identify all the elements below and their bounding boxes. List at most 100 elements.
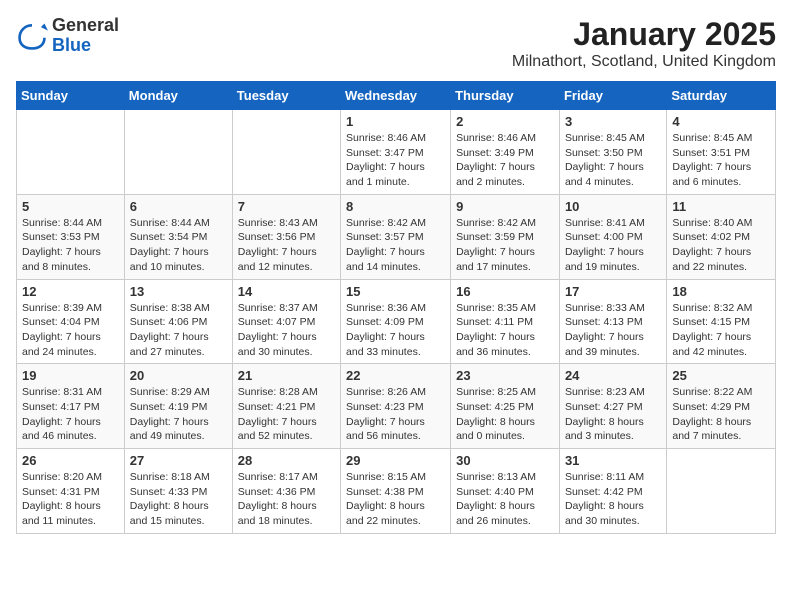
day-info: Sunrise: 8:33 AMSunset: 4:13 PMDaylight:…: [565, 301, 661, 360]
calendar-cell: 2 Sunrise: 8:46 AMSunset: 3:49 PMDaylight…: [451, 110, 560, 195]
day-info: Sunrise: 8:43 AMSunset: 3:56 PMDaylight:…: [238, 216, 335, 275]
calendar-cell: 23Sunrise: 8:25 AMSunset: 4:25 PMDayligh…: [451, 364, 560, 449]
location: Milnathort, Scotland, United Kingdom: [512, 53, 776, 71]
day-number: 5: [22, 199, 119, 214]
calendar-cell: 18 Sunrise: 8:32 AMSunset: 4:15 PMDayligh…: [667, 279, 776, 364]
calendar-cell: 13Sunrise: 8:38 AMSunset: 4:06 PMDayligh…: [124, 279, 232, 364]
calendar-cell: [667, 449, 776, 534]
day-info: Sunrise: 8:32 AMSunset: 4:15 PMDaylight:…: [672, 301, 770, 360]
calendar-cell: 17 Sunrise: 8:33 AMSunset: 4:13 PMDayligh…: [559, 279, 666, 364]
calendar-cell: 7 Sunrise: 8:43 AMSunset: 3:56 PMDaylight…: [232, 194, 340, 279]
day-number: 21: [238, 368, 335, 383]
calendar-cell: 21 Sunrise: 8:28 AMSunset: 4:21 PMDayligh…: [232, 364, 340, 449]
calendar-header-sunday: Sunday: [17, 82, 125, 110]
calendar-cell: 15 Sunrise: 8:36 AMSunset: 4:09 PMDayligh…: [341, 279, 451, 364]
day-info: Sunrise: 8:31 AMSunset: 4:17 PMDaylight:…: [22, 385, 119, 444]
calendar-cell: 9Sunrise: 8:42 AMSunset: 3:59 PMDaylight…: [451, 194, 560, 279]
day-info: Sunrise: 8:28 AMSunset: 4:21 PMDaylight:…: [238, 385, 335, 444]
day-number: 25: [672, 368, 770, 383]
day-info: Sunrise: 8:42 AMSunset: 3:57 PMDaylight:…: [346, 216, 445, 275]
calendar-header-tuesday: Tuesday: [232, 82, 340, 110]
day-number: 2: [456, 114, 554, 129]
day-number: 20: [130, 368, 227, 383]
day-number: 15: [346, 284, 445, 299]
calendar-cell: 26 Sunrise: 8:20 AMSunset: 4:31 PMDayligh…: [17, 449, 125, 534]
day-number: 13: [130, 284, 227, 299]
calendar-cell: 27Sunrise: 8:18 AMSunset: 4:33 PMDayligh…: [124, 449, 232, 534]
logo-general: General: [52, 16, 119, 36]
calendar-week-row: 1Sunrise: 8:46 AMSunset: 3:47 PMDaylight…: [17, 110, 776, 195]
page-header: General Blue January 2025 Milnathort, Sc…: [16, 16, 776, 71]
day-number: 6: [130, 199, 227, 214]
day-number: 10: [565, 199, 661, 214]
day-info: Sunrise: 8:17 AMSunset: 4:36 PMDaylight:…: [238, 470, 335, 529]
logo-blue: Blue: [52, 36, 119, 56]
calendar-header-friday: Friday: [559, 82, 666, 110]
calendar-cell: 4Sunrise: 8:45 AMSunset: 3:51 PMDaylight…: [667, 110, 776, 195]
day-info: Sunrise: 8:36 AMSunset: 4:09 PMDaylight:…: [346, 301, 445, 360]
calendar-cell: 29Sunrise: 8:15 AMSunset: 4:38 PMDayligh…: [341, 449, 451, 534]
calendar-cell: [124, 110, 232, 195]
day-number: 22: [346, 368, 445, 383]
calendar-cell: [17, 110, 125, 195]
day-number: 18: [672, 284, 770, 299]
day-info: Sunrise: 8:15 AMSunset: 4:38 PMDaylight:…: [346, 470, 445, 529]
day-number: 26: [22, 453, 119, 468]
logo-text: General Blue: [52, 16, 119, 56]
day-number: 11: [672, 199, 770, 214]
title-section: January 2025 Milnathort, Scotland, Unite…: [512, 16, 776, 71]
day-number: 14: [238, 284, 335, 299]
calendar-cell: 25 Sunrise: 8:22 AMSunset: 4:29 PMDayligh…: [667, 364, 776, 449]
calendar-cell: 30 Sunrise: 8:13 AMSunset: 4:40 PMDayligh…: [451, 449, 560, 534]
calendar-cell: 3 Sunrise: 8:45 AMSunset: 3:50 PMDaylight…: [559, 110, 666, 195]
day-info: Sunrise: 8:44 AMSunset: 3:54 PMDaylight:…: [130, 216, 227, 275]
calendar-cell: 14 Sunrise: 8:37 AMSunset: 4:07 PMDayligh…: [232, 279, 340, 364]
calendar-cell: 19 Sunrise: 8:31 AMSunset: 4:17 PMDayligh…: [17, 364, 125, 449]
day-info: Sunrise: 8:44 AMSunset: 3:53 PMDaylight:…: [22, 216, 119, 275]
calendar-cell: 1Sunrise: 8:46 AMSunset: 3:47 PMDaylight…: [341, 110, 451, 195]
day-number: 12: [22, 284, 119, 299]
calendar-cell: [232, 110, 340, 195]
day-number: 8: [346, 199, 445, 214]
day-info: Sunrise: 8:25 AMSunset: 4:25 PMDaylight:…: [456, 385, 554, 444]
calendar-cell: 16Sunrise: 8:35 AMSunset: 4:11 PMDayligh…: [451, 279, 560, 364]
day-info: Sunrise: 8:46 AMSunset: 3:49 PMDaylight:…: [456, 131, 554, 190]
calendar-header-thursday: Thursday: [451, 82, 560, 110]
calendar-cell: 31 Sunrise: 8:11 AMSunset: 4:42 PMDayligh…: [559, 449, 666, 534]
day-info: Sunrise: 8:18 AMSunset: 4:33 PMDaylight:…: [130, 470, 227, 529]
day-info: Sunrise: 8:22 AMSunset: 4:29 PMDaylight:…: [672, 385, 770, 444]
calendar-cell: 10 Sunrise: 8:41 AMSunset: 4:00 PMDayligh…: [559, 194, 666, 279]
day-number: 24: [565, 368, 661, 383]
day-info: Sunrise: 8:39 AMSunset: 4:04 PMDaylight:…: [22, 301, 119, 360]
day-info: Sunrise: 8:11 AMSunset: 4:42 PMDaylight:…: [565, 470, 661, 529]
calendar-cell: 11 Sunrise: 8:40 AMSunset: 4:02 PMDayligh…: [667, 194, 776, 279]
calendar-week-row: 19 Sunrise: 8:31 AMSunset: 4:17 PMDayligh…: [17, 364, 776, 449]
day-number: 19: [22, 368, 119, 383]
day-info: Sunrise: 8:20 AMSunset: 4:31 PMDaylight:…: [22, 470, 119, 529]
calendar-header-wednesday: Wednesday: [341, 82, 451, 110]
day-info: Sunrise: 8:42 AMSunset: 3:59 PMDaylight:…: [456, 216, 554, 275]
calendar-week-row: 5 Sunrise: 8:44 AMSunset: 3:53 PMDaylight…: [17, 194, 776, 279]
calendar-cell: 28 Sunrise: 8:17 AMSunset: 4:36 PMDayligh…: [232, 449, 340, 534]
calendar-header-monday: Monday: [124, 82, 232, 110]
day-info: Sunrise: 8:40 AMSunset: 4:02 PMDaylight:…: [672, 216, 770, 275]
day-number: 17: [565, 284, 661, 299]
calendar-cell: 5 Sunrise: 8:44 AMSunset: 3:53 PMDaylight…: [17, 194, 125, 279]
day-info: Sunrise: 8:35 AMSunset: 4:11 PMDaylight:…: [456, 301, 554, 360]
logo-icon: [16, 20, 48, 52]
day-number: 7: [238, 199, 335, 214]
calendar-cell: 8 Sunrise: 8:42 AMSunset: 3:57 PMDaylight…: [341, 194, 451, 279]
day-info: Sunrise: 8:37 AMSunset: 4:07 PMDaylight:…: [238, 301, 335, 360]
day-number: 28: [238, 453, 335, 468]
calendar-header-saturday: Saturday: [667, 82, 776, 110]
calendar-cell: 20Sunrise: 8:29 AMSunset: 4:19 PMDayligh…: [124, 364, 232, 449]
day-info: Sunrise: 8:13 AMSunset: 4:40 PMDaylight:…: [456, 470, 554, 529]
day-number: 3: [565, 114, 661, 129]
day-info: Sunrise: 8:23 AMSunset: 4:27 PMDaylight:…: [565, 385, 661, 444]
day-info: Sunrise: 8:41 AMSunset: 4:00 PMDaylight:…: [565, 216, 661, 275]
day-info: Sunrise: 8:45 AMSunset: 3:50 PMDaylight:…: [565, 131, 661, 190]
calendar-week-row: 26 Sunrise: 8:20 AMSunset: 4:31 PMDayligh…: [17, 449, 776, 534]
day-number: 30: [456, 453, 554, 468]
calendar-cell: 6 Sunrise: 8:44 AMSunset: 3:54 PMDaylight…: [124, 194, 232, 279]
day-number: 31: [565, 453, 661, 468]
